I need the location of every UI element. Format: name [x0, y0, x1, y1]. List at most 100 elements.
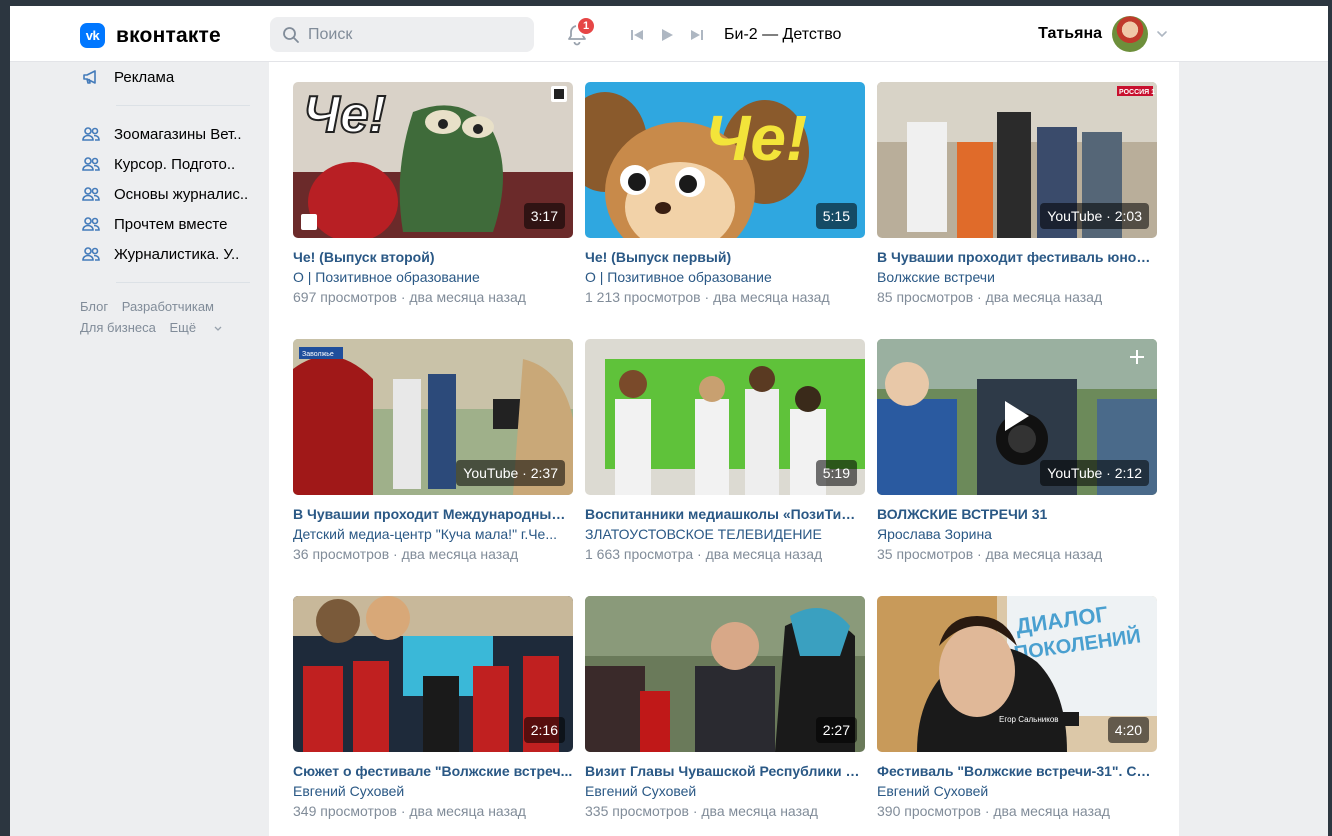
notifications-button[interactable]: 1	[565, 16, 596, 49]
video-title[interactable]: Фестиваль "Волжские встречи-31". Сю...	[877, 763, 1157, 779]
next-icon	[691, 30, 703, 40]
video-author[interactable]: Евгений Суховей	[585, 783, 865, 799]
video-duration: 5:15	[815, 203, 857, 229]
video-thumbnail[interactable]: 2:27	[585, 596, 865, 752]
sidebar-item-label: Зоомагазины Вет..	[114, 125, 242, 143]
vk-logo[interactable]: vk вконтакте	[80, 23, 221, 48]
footer-link-blog[interactable]: Блог	[80, 299, 108, 314]
video-title[interactable]: В Чувашии проходит Международный ...	[293, 506, 573, 522]
video-age: два месяца назад	[985, 546, 1103, 562]
video-duration: 3:17	[523, 203, 565, 229]
video-thumbnail[interactable]: 2:16	[293, 596, 573, 752]
video-views: 697 просмотров	[293, 289, 397, 305]
video-age: два месяца назад	[401, 546, 519, 562]
video-author[interactable]: Волжские встречи	[877, 269, 1157, 285]
next-track-button[interactable]	[682, 25, 712, 45]
video-age: два месяца назад	[713, 289, 830, 305]
name-plate: Егор Сальников	[999, 715, 1059, 724]
video-title[interactable]: В Чувашии проходит фестиваль юноше...	[877, 249, 1157, 265]
video-age: два месяца назад	[409, 289, 526, 305]
video-thumbnail[interactable]: ДИАЛОГ ПОКОЛЕНИЙ Егор Сальников 4:20	[877, 596, 1157, 752]
video-duration: 5:19	[815, 460, 857, 486]
video-meta: 335 просмотров · два месяца назад	[585, 803, 818, 819]
video-card: 2:27 Визит Главы Чувашской Республики на…	[585, 596, 865, 819]
add-video-icon[interactable]	[1129, 349, 1145, 365]
video-age: два месяца назад	[701, 803, 818, 819]
footer-link-developers[interactable]: Разработчикам	[122, 299, 214, 314]
video-views: 36 просмотров	[293, 546, 390, 562]
sidebar-item-ads[interactable]: Реклама	[80, 62, 260, 92]
video-title[interactable]: Сюжет о фестивале "Волжские встреч...	[293, 763, 573, 779]
previous-track-button[interactable]	[622, 25, 652, 45]
sidebar-item-label: Журналистика. У..	[114, 245, 240, 263]
video-author[interactable]: Ярослава Зорина	[877, 526, 1157, 542]
video-card: Заволжье YouTube · 2:37 В Чувашии проход…	[293, 339, 573, 562]
play-button[interactable]	[652, 25, 682, 45]
video-title[interactable]: Че! (Выпуск второй)	[293, 249, 573, 265]
sidebar-item-group[interactable]: Основы журналис..	[80, 179, 260, 209]
video-age: два месяца назад	[993, 803, 1110, 819]
vk-logo-wordmark: вконтакте	[116, 23, 221, 47]
video-thumbnail[interactable]: Че! 5:15	[585, 82, 865, 238]
video-meta: 35 просмотров · два месяца назад	[877, 546, 1103, 562]
video-author[interactable]: О | Позитивное образование	[293, 269, 573, 285]
video-meta: 390 просмотров · два месяца назад	[877, 803, 1110, 819]
video-author[interactable]: Евгений Суховей	[877, 783, 1157, 799]
video-duration: YouTube · 2:12	[1040, 460, 1149, 486]
video-meta: 697 просмотров · два месяца назад	[293, 289, 526, 305]
sidebar-item-group[interactable]: Прочтем вместе	[80, 209, 260, 239]
video-duration: 4:20	[1107, 717, 1149, 743]
browser-page: vk вконтакте 1	[10, 6, 1328, 836]
group-icon	[80, 213, 102, 235]
sidebar-item-group[interactable]: Журналистика. У..	[80, 239, 260, 269]
video-author[interactable]: ЗЛАТОУСТОВСКОЕ ТЕЛЕВИДЕНИЕ	[585, 526, 865, 542]
video-card: 2:16 Сюжет о фестивале "Волжские встреч.…	[293, 596, 573, 819]
video-thumbnail[interactable]: 5:19	[585, 339, 865, 495]
video-views: 335 просмотров	[585, 803, 689, 819]
left-sidebar: Реклама Зоомагазины Вет.. Курсор. Подгот…	[80, 62, 260, 338]
video-meta: 85 просмотров · два месяца назад	[877, 289, 1103, 305]
video-title[interactable]: Воспитанники медиашколы «ПозиТиВ»...	[585, 506, 865, 522]
current-track-title[interactable]: Би-2 — Детство	[724, 26, 841, 44]
group-icon	[80, 123, 102, 145]
video-views: 1 213 просмотров	[585, 289, 701, 305]
footer-link-more[interactable]: Ещё	[169, 320, 222, 335]
sidebar-divider	[116, 105, 250, 106]
user-menu[interactable]: Татьяна	[1038, 14, 1168, 54]
audio-player: Би-2 — Детство	[622, 25, 841, 45]
avatar	[1112, 16, 1148, 52]
search-icon	[283, 26, 299, 43]
video-duration: YouTube · 2:03	[1040, 203, 1149, 229]
video-thumbnail[interactable]: РОССИЯ 1 YouTube · 2:03	[877, 82, 1157, 238]
video-author[interactable]: О | Позитивное образование	[585, 269, 865, 285]
thumbnail-caption: Заволжье	[302, 351, 334, 358]
video-title[interactable]: ВОЛЖСКИЕ ВСТРЕЧИ 31	[877, 506, 1157, 522]
notification-count-badge: 1	[576, 16, 596, 36]
video-meta: 36 просмотров · два месяца назад	[293, 546, 519, 562]
video-age: два месяца назад	[705, 546, 823, 562]
vk-logo-badge: vk	[80, 23, 105, 48]
video-thumbnail[interactable]: Че! 3:17	[293, 82, 573, 238]
chevron-down-icon	[214, 326, 222, 331]
video-author[interactable]: Детский медиа-центр "Куча мала!" г.Че...	[293, 526, 573, 542]
thumbnail-caption: Че!	[705, 102, 807, 174]
video-author[interactable]: Евгений Суховей	[293, 783, 573, 799]
sidebar-footer-links: Блог Разработчикам Для бизнеса Ещё	[80, 296, 260, 338]
footer-link-business[interactable]: Для бизнеса	[80, 320, 156, 335]
search-box[interactable]	[270, 17, 534, 52]
video-views: 85 просмотров	[877, 289, 974, 305]
video-title[interactable]: Че! (Выпуск первый)	[585, 249, 865, 265]
video-views: 1 663 просмотра	[585, 546, 694, 562]
video-age: два месяца назад	[985, 289, 1103, 305]
group-icon	[80, 183, 102, 205]
search-input[interactable]	[308, 25, 518, 44]
video-card: YouTube · 2:12 ВОЛЖСКИЕ ВСТРЕЧИ 31 Яросл…	[877, 339, 1157, 562]
video-title[interactable]: Визит Главы Чувашской Республики на...	[585, 763, 865, 779]
video-thumbnail[interactable]: YouTube · 2:12	[877, 339, 1157, 495]
sidebar-item-label: Основы журналис..	[114, 185, 249, 203]
sidebar-item-label: Прочтем вместе	[114, 215, 228, 233]
video-thumbnail[interactable]: Заволжье YouTube · 2:37	[293, 339, 573, 495]
sidebar-item-group[interactable]: Курсор. Подгото..	[80, 149, 260, 179]
sidebar-item-group[interactable]: Зоомагазины Вет..	[80, 119, 260, 149]
video-age: два месяца назад	[409, 803, 526, 819]
